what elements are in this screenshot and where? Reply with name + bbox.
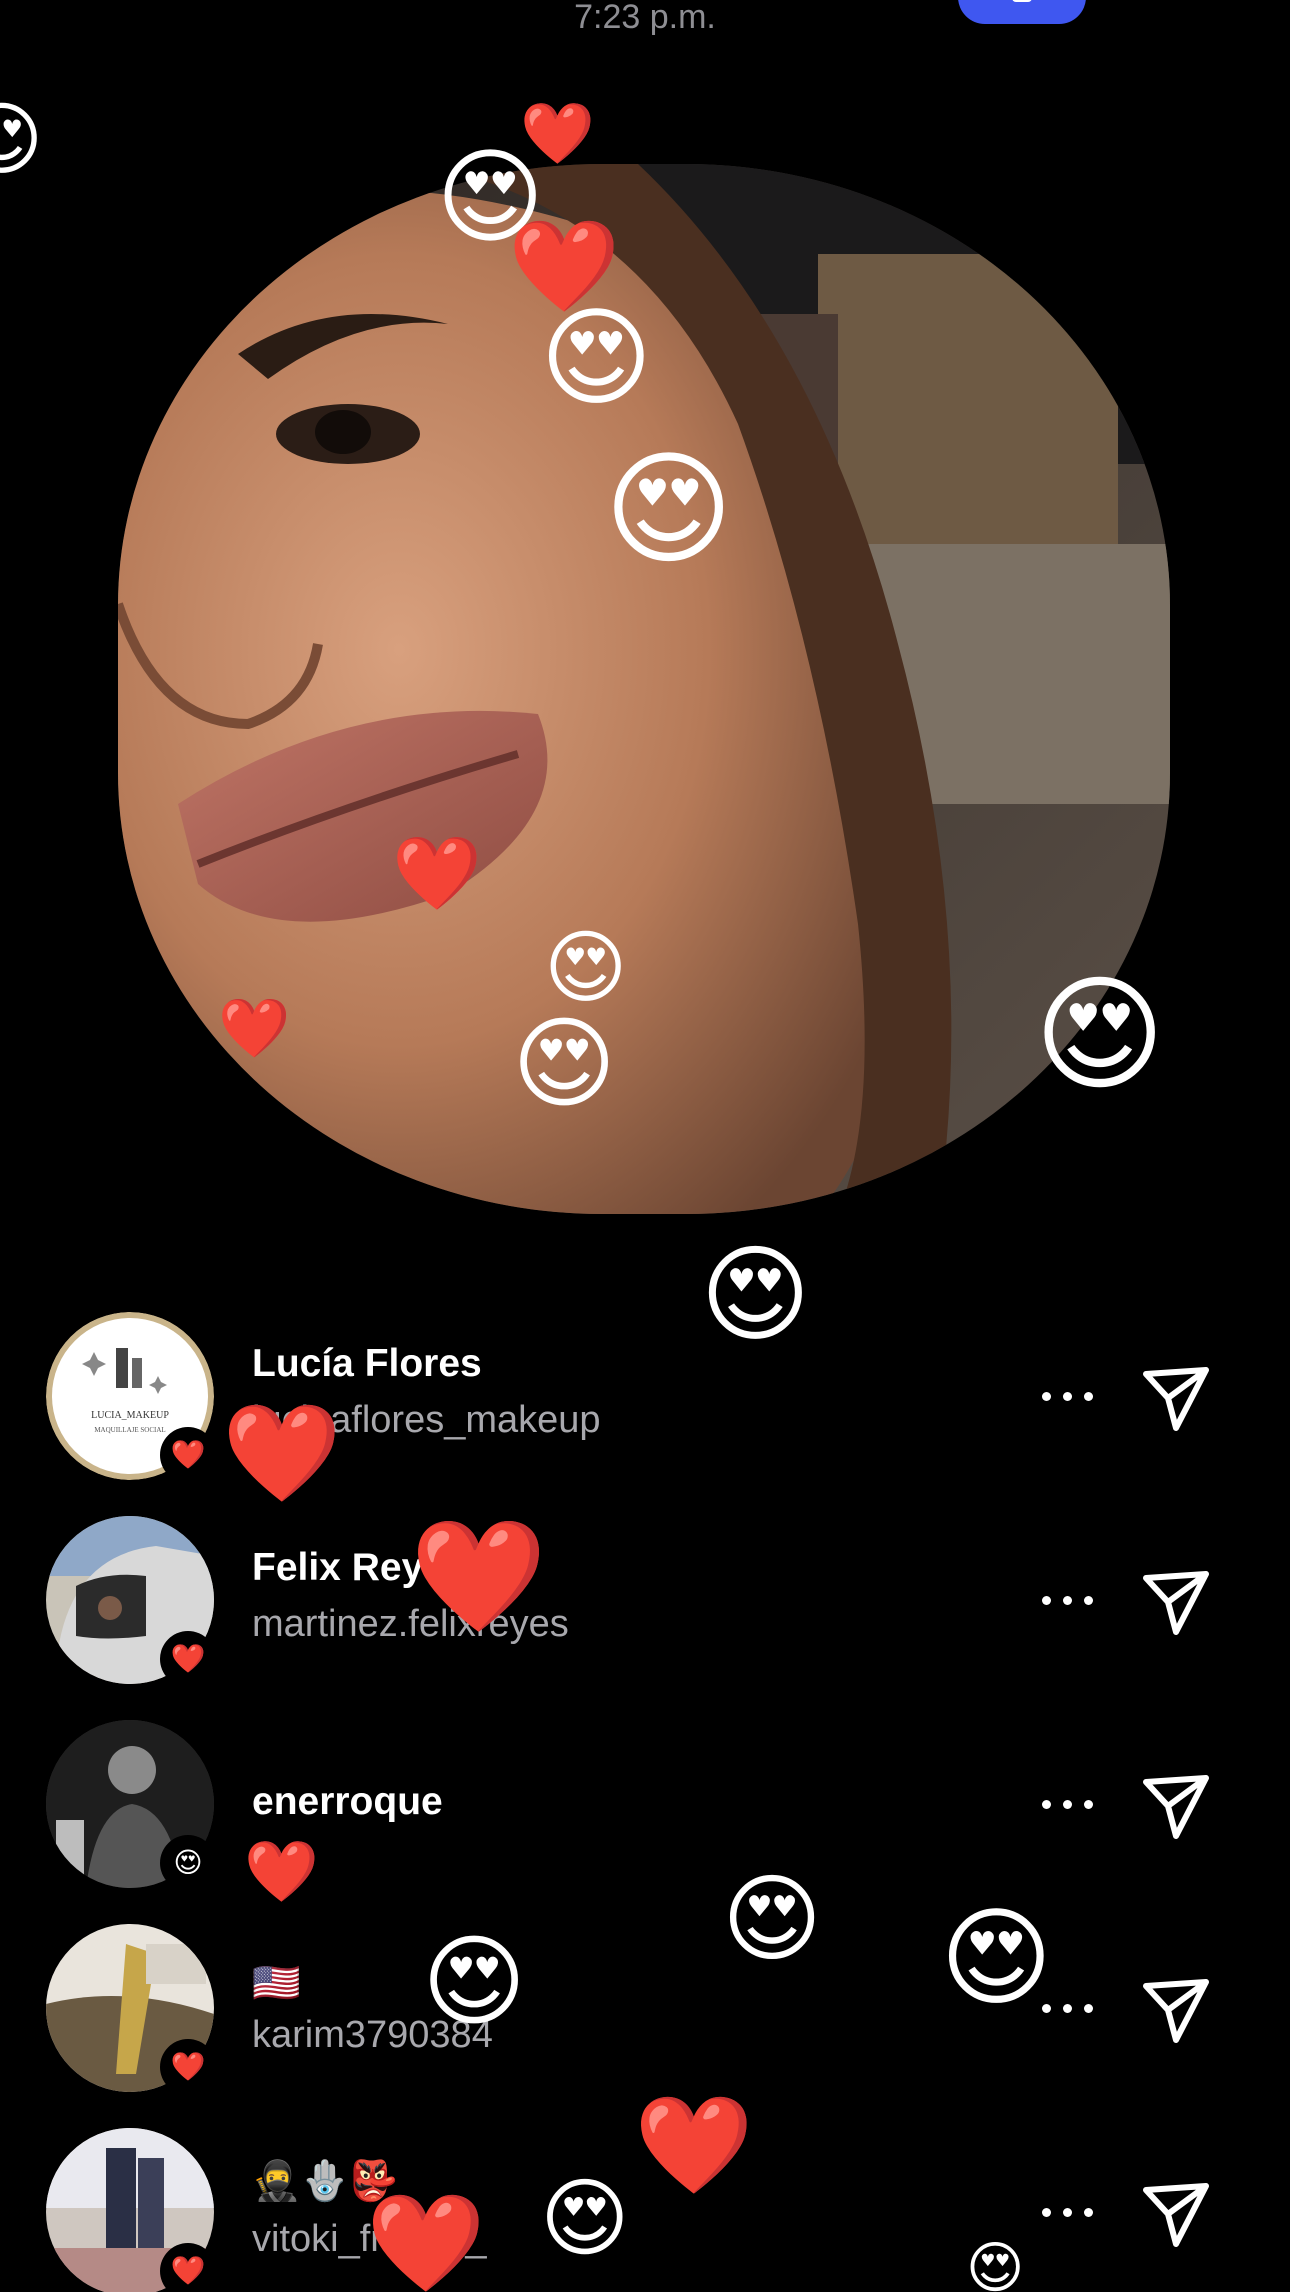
more-options-button[interactable] — [1040, 2194, 1096, 2230]
send-button[interactable] — [1140, 1974, 1212, 2046]
viewer-row[interactable]: ❤️ 🇺🇸 karim3790384 — [0, 1924, 1290, 2104]
viewer-name[interactable]: 🇺🇸 — [252, 1960, 301, 2006]
more-options-button[interactable] — [1040, 1786, 1096, 1822]
viewer-handle: martinez.felixreyes — [252, 1603, 569, 1645]
viewer-name[interactable]: enerroque — [252, 1780, 443, 1824]
logo-title: LUCIA_MAKEUP — [91, 1410, 169, 1421]
reaction-badge: ❤️ — [160, 2039, 216, 2095]
viewer-handle: karim3790384 — [252, 2014, 493, 2056]
send-icon — [1143, 2183, 1209, 2247]
more-options-button[interactable] — [1040, 1378, 1096, 1414]
send-button[interactable] — [1140, 1566, 1212, 1638]
viewer-name[interactable]: Felix Reyes — [252, 1546, 467, 1590]
reaction-badge: ❤️ — [160, 1427, 216, 1483]
send-button[interactable] — [1140, 2178, 1212, 2250]
top-bar: 7:23 p.m. — [0, 0, 1290, 60]
send-button[interactable] — [1140, 1362, 1212, 1434]
send-icon — [1143, 1571, 1209, 1635]
status-time: 7:23 p.m. — [574, 0, 716, 36]
viewer-row[interactable]: LUCIA_MAKEUP MAQUILLAJE SOCIAL ❤️ Lucía … — [0, 1312, 1290, 1492]
send-icon — [1143, 1979, 1209, 2043]
viewer-handle: vitoki_franco_ — [252, 2218, 487, 2260]
more-options-button[interactable] — [1040, 1582, 1096, 1618]
send-icon — [1143, 1775, 1209, 1839]
viewer-name[interactable]: 🥷🪬👺 — [252, 2158, 398, 2204]
reaction-badge: ❤️ — [160, 1631, 216, 1687]
viewer-row[interactable]: ❤️ 🥷🪬👺 vitoki_franco_ — [0, 2128, 1290, 2292]
viewer-name[interactable]: Lucía Flores — [252, 1342, 482, 1386]
viewer-handle: luciaaflores_makeup — [252, 1399, 601, 1441]
logo-subtitle: MAQUILLAJE SOCIAL — [94, 1426, 165, 1434]
story-photo — [118, 164, 1170, 1214]
viewer-row[interactable]: 😍 enerroque — [0, 1720, 1290, 1900]
reaction-badge: 😍 — [160, 1835, 216, 1891]
action-pill-button[interactable] — [958, 0, 1086, 24]
viewer-row[interactable]: ❤️ Felix Reyes martinez.felixreyes — [0, 1516, 1290, 1696]
floating-heart-eyes-emoji: 😍 — [0, 95, 44, 184]
more-options-button[interactable] — [1040, 1990, 1096, 2026]
reaction-badge: ❤️ — [160, 2243, 216, 2292]
send-button[interactable] — [1140, 1770, 1212, 1842]
floating-heart-emoji: ❤️ — [520, 100, 595, 167]
send-icon — [1143, 1367, 1209, 1431]
